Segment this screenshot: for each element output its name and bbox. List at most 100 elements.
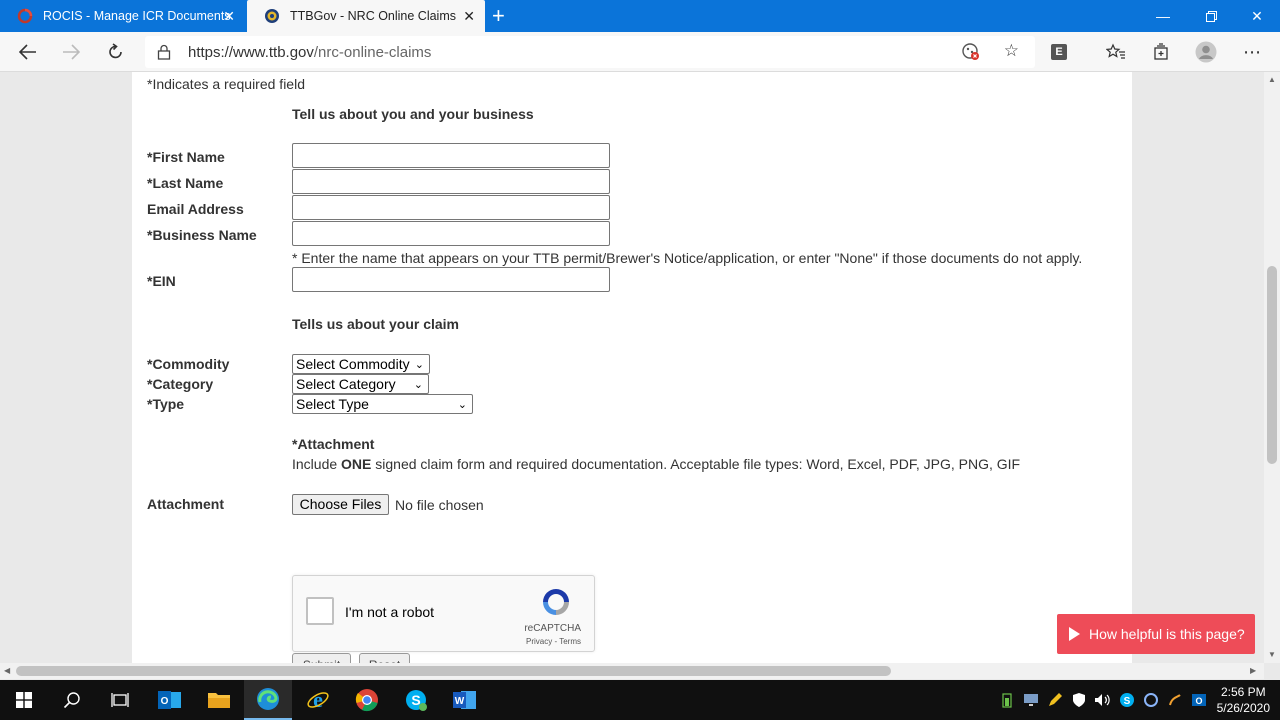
recaptcha-label: I'm not a robot	[345, 604, 435, 620]
new-tab-icon[interactable]: +	[492, 5, 505, 27]
scroll-right-icon[interactable]: ▶	[1250, 666, 1256, 675]
start-windows-icon[interactable]	[0, 680, 48, 720]
horizontal-scrollbar[interactable]: ◀ ▶	[0, 663, 1264, 679]
tab-rocis[interactable]: ROCIS - Manage ICR Documents ✕	[0, 0, 245, 32]
network-icon[interactable]	[1166, 692, 1184, 708]
tracking-prevention-icon[interactable]	[961, 42, 981, 67]
section-heading-claim: Tells us about your claim	[292, 316, 460, 332]
vertical-scroll-thumb[interactable]	[1267, 266, 1277, 464]
attachment-note: Include ONE signed claim form and requir…	[292, 456, 1021, 472]
section-heading-you: Tell us about you and your business	[292, 106, 534, 122]
system-clock[interactable]: 2:56 PM 5/26/2020	[1217, 684, 1270, 716]
skype-icon[interactable]: S	[392, 680, 440, 720]
recaptcha-terms-link[interactable]: Privacy - Terms	[526, 637, 581, 646]
url-text[interactable]: https://www.ttb.gov/nrc-online-claims	[188, 44, 431, 61]
business-name-hint: * Enter the name that appears on your TT…	[292, 250, 1083, 266]
last-name-input[interactable]	[292, 169, 610, 194]
browser-toolbar: https://www.ttb.gov/nrc-online-claims ☆ …	[0, 32, 1280, 72]
file-explorer-icon[interactable]	[195, 680, 243, 720]
ein-input[interactable]	[292, 267, 610, 292]
tab-strip: ROCIS - Manage ICR Documents ✕ TTBGov - …	[0, 0, 1280, 32]
submit-button[interactable]: Submit	[292, 653, 351, 663]
display-icon[interactable]	[1022, 692, 1040, 708]
restore-icon[interactable]	[1188, 0, 1234, 32]
commodity-label: *Commodity	[147, 356, 230, 372]
recaptcha-widget: I'm not a robot reCAPTCHA Privacy - Term…	[292, 575, 595, 652]
extension-icon[interactable]: E	[1045, 38, 1073, 66]
reset-button[interactable]: Reset	[359, 653, 410, 663]
business-name-input[interactable]	[292, 221, 610, 246]
chrome-icon[interactable]	[343, 680, 391, 720]
close-tab-icon[interactable]: ✕	[223, 8, 235, 24]
email-label: Email Address	[147, 201, 244, 217]
svg-text:e: e	[313, 688, 323, 712]
recaptcha-brand: reCAPTCHA	[524, 623, 581, 634]
first-name-input[interactable]	[292, 143, 610, 168]
chevron-down-icon: ⌄	[413, 379, 423, 391]
business-name-label: *Business Name	[147, 227, 257, 243]
close-window-icon[interactable]: ✕	[1234, 0, 1280, 32]
svg-text:S: S	[1124, 696, 1131, 707]
internet-explorer-icon[interactable]: e	[294, 680, 342, 720]
svg-text:O: O	[161, 696, 169, 707]
search-icon[interactable]	[48, 680, 96, 720]
svg-text:W: W	[455, 696, 465, 707]
file-status: No file chosen	[395, 497, 484, 513]
svg-text:O: O	[1195, 696, 1202, 706]
settings-more-icon[interactable]: ⋯	[1238, 38, 1266, 66]
forward-icon[interactable]	[57, 38, 85, 66]
back-icon[interactable]	[14, 38, 42, 66]
battery-icon[interactable]	[998, 692, 1016, 708]
volume-icon[interactable]	[1094, 692, 1112, 708]
skype-tray-icon[interactable]: S	[1118, 692, 1136, 708]
attachment-label: Attachment	[147, 496, 225, 512]
ttb-seal-favicon-icon	[264, 8, 280, 24]
tab-ttbgov[interactable]: TTBGov - NRC Online Claims ✕	[247, 0, 485, 32]
scroll-down-icon[interactable]: ▼	[1268, 650, 1276, 659]
rocis-favicon-icon	[17, 8, 33, 24]
choose-files-button[interactable]: Choose Files	[292, 494, 389, 515]
horizontal-scroll-thumb[interactable]	[16, 666, 891, 676]
scroll-up-icon[interactable]: ▲	[1268, 75, 1276, 84]
defender-shield-icon[interactable]	[1070, 692, 1088, 708]
page-viewport: *Indicates a required field Tell us abou…	[0, 72, 1264, 663]
address-bar[interactable]: https://www.ttb.gov/nrc-online-claims ☆	[145, 36, 1035, 68]
profile-avatar-icon[interactable]	[1192, 38, 1220, 66]
feedback-button[interactable]: How helpful is this page?	[1057, 614, 1255, 654]
last-name-label: *Last Name	[147, 175, 224, 191]
attachment-heading: *Attachment	[292, 436, 375, 452]
lock-icon[interactable]	[157, 44, 171, 65]
play-icon	[1069, 627, 1080, 641]
scroll-left-icon[interactable]: ◀	[4, 666, 10, 675]
word-icon[interactable]: W	[441, 680, 489, 720]
vertical-scrollbar[interactable]: ▲ ▼	[1264, 72, 1280, 663]
category-label: *Category	[147, 376, 214, 392]
tab-title: TTBGov - NRC Online Claims	[290, 9, 456, 23]
sync-icon[interactable]	[1142, 692, 1160, 708]
pen-icon[interactable]	[1046, 692, 1064, 708]
tab-title: ROCIS - Manage ICR Documents	[43, 9, 231, 23]
recaptcha-checkbox[interactable]	[306, 597, 334, 625]
favorites-icon[interactable]	[1102, 38, 1130, 66]
claim-form: *Indicates a required field Tell us abou…	[132, 72, 1132, 663]
outlook-icon[interactable]: O	[146, 680, 194, 720]
favorite-star-icon[interactable]: ☆	[1004, 41, 1019, 61]
close-tab-icon[interactable]: ✕	[463, 8, 475, 24]
minimize-icon[interactable]: —	[1140, 0, 1186, 32]
recaptcha-logo-icon	[540, 586, 572, 623]
windows-taskbar: O e S W S O 2:56 PM 5/26/2020	[0, 680, 1280, 720]
outlook-tray-icon[interactable]: O	[1190, 692, 1208, 708]
category-select[interactable]: Select Category ⌄	[292, 374, 429, 394]
chevron-down-icon: ⌄	[457, 399, 467, 411]
edge-browser-icon[interactable]	[244, 680, 292, 720]
collections-icon[interactable]	[1147, 38, 1175, 66]
email-input[interactable]	[292, 195, 610, 220]
chevron-down-icon: ⌄	[414, 359, 424, 371]
required-note: *Indicates a required field	[147, 76, 305, 92]
commodity-select[interactable]: Select Commodity ⌄	[292, 354, 430, 374]
refresh-icon[interactable]	[102, 38, 130, 66]
type-select[interactable]: Select Type ⌄	[292, 394, 473, 414]
type-label: *Type	[147, 396, 185, 412]
ein-label: *EIN	[147, 273, 176, 289]
task-view-icon[interactable]	[96, 680, 144, 720]
